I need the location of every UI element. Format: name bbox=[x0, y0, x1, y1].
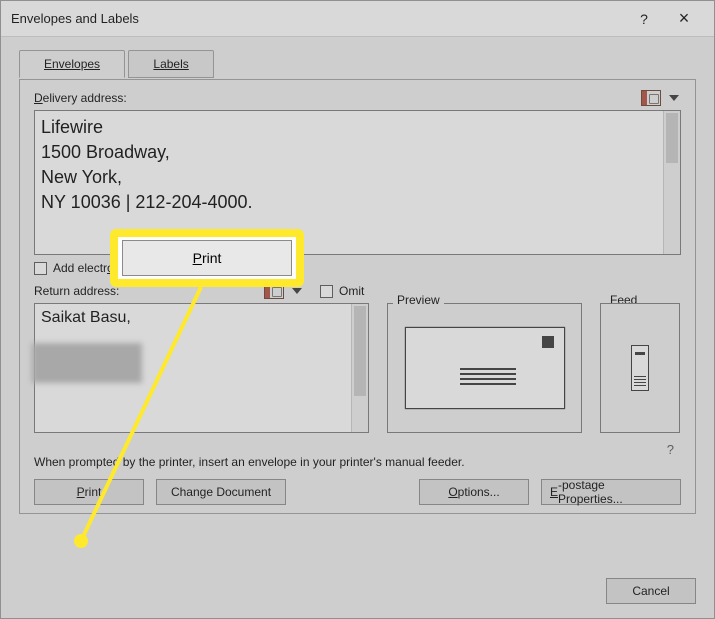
callout-print-button: Print bbox=[110, 229, 304, 287]
callout-connector-line bbox=[0, 0, 715, 619]
callout-print-inner: Print bbox=[122, 240, 292, 276]
callout-endpoint-dot bbox=[74, 534, 88, 548]
